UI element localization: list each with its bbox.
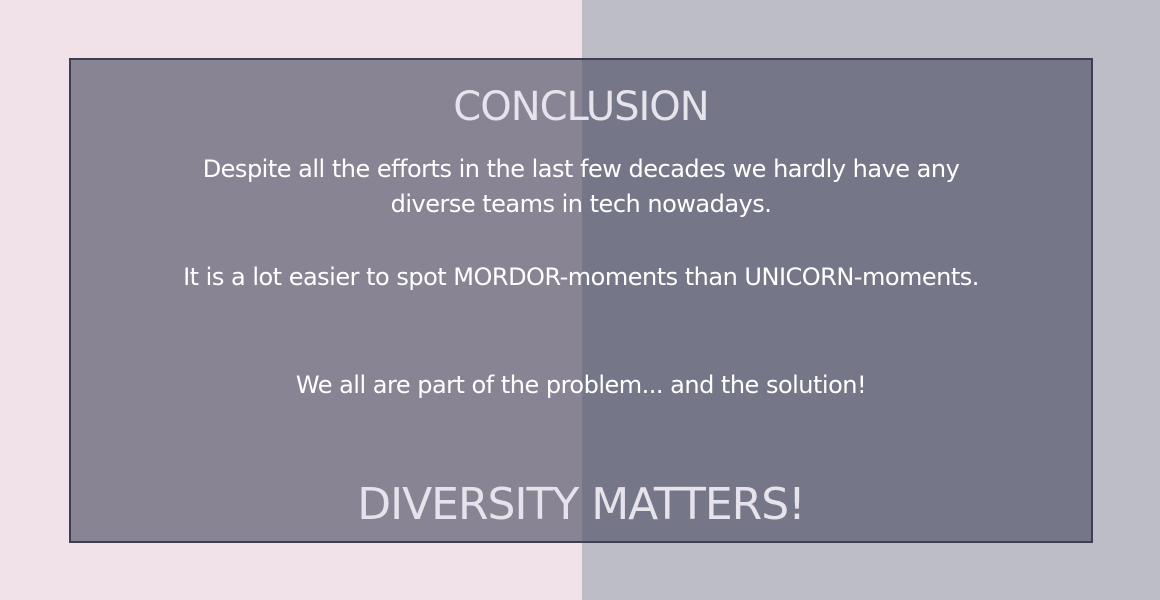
paragraph-mordor-unicorn: It is a lot easier to spot MORDOR-moment… [183,263,979,291]
paragraph-problem-solution: We all are part of the problem... and th… [295,371,867,399]
conclusion-panel: CONCLUSION Despite all the efforts in th… [69,58,1093,543]
paragraph-diverse-teams: Despite all the efforts in the last few … [202,155,960,218]
panel-title: CONCLUSION [453,84,709,130]
panel-footer-slogan: DIVERSITY MATTERS! [357,479,806,530]
